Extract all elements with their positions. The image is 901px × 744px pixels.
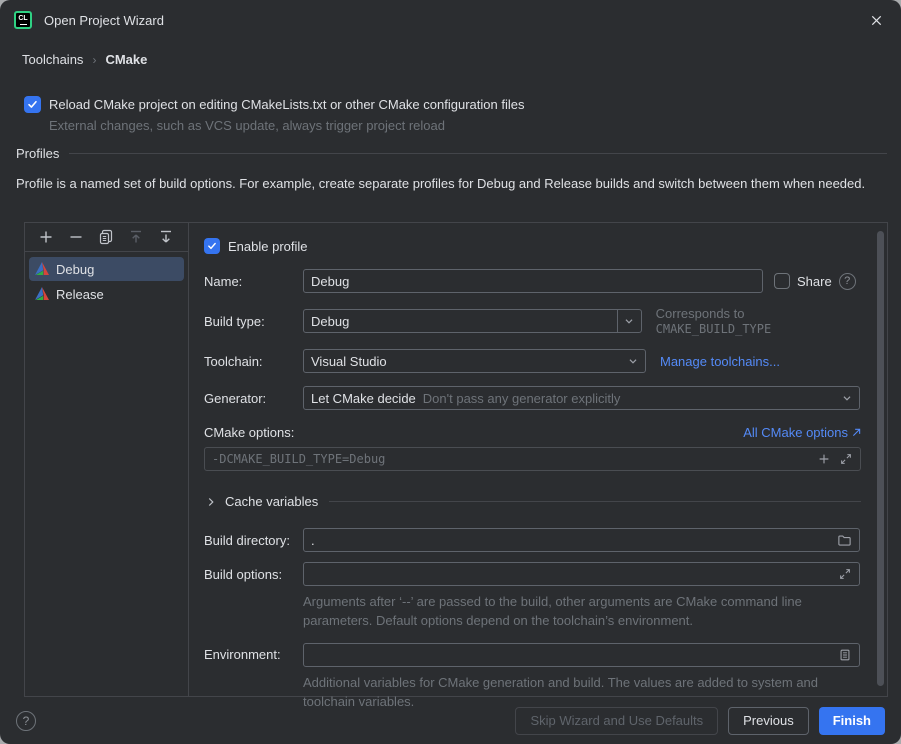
toolchain-label: Toolchain: (204, 354, 303, 369)
window-title: Open Project Wizard (44, 13, 164, 28)
previous-button[interactable]: Previous (728, 707, 809, 735)
all-cmake-options-link[interactable]: All CMake options (743, 425, 861, 440)
share-group: Share ? (774, 273, 856, 290)
chevron-down-icon (617, 310, 641, 332)
profile-item-label: Debug (56, 262, 94, 277)
plus-icon (38, 229, 54, 245)
breadcrumb-separator: › (92, 53, 96, 67)
build-options-label: Build options: (204, 567, 303, 582)
clion-logo-icon: CL (14, 11, 32, 29)
build-type-hint: Corresponds to CMAKE_BUILD_TYPE (656, 306, 861, 336)
cache-variables-toggle[interactable]: Cache variables (204, 494, 861, 509)
chevron-down-icon (621, 350, 645, 372)
name-label: Name: (204, 274, 303, 289)
generator-value: Let CMake decide (311, 391, 416, 406)
build-directory-field-wrap (303, 528, 860, 552)
cmake-profile-icon (34, 286, 50, 302)
chevron-down-icon (835, 387, 859, 409)
open-project-wizard-dialog: CL Open Project Wizard Toolchains › CMak… (0, 0, 901, 744)
close-button[interactable] (865, 9, 887, 31)
profile-item-debug[interactable]: Debug (29, 257, 184, 281)
minus-icon (68, 229, 84, 245)
titlebar: CL Open Project Wizard (0, 0, 901, 40)
reload-cmake-hint: External changes, such as VCS update, al… (49, 118, 524, 133)
build-options-field-wrap (303, 562, 860, 586)
expand-icon[interactable] (838, 567, 852, 581)
breadcrumb-cmake: CMake (105, 52, 147, 67)
enable-profile-checkbox[interactable] (204, 238, 220, 254)
profiles-section-header: Profiles (16, 146, 887, 161)
remove-profile-button[interactable] (67, 228, 85, 246)
profiles-section-title: Profiles (16, 146, 59, 161)
chevron-right-icon (204, 495, 218, 509)
name-field-wrap (303, 269, 763, 293)
cache-variables-divider (329, 501, 861, 502)
build-options-hint: Arguments after ‘--’ are passed to the b… (303, 593, 851, 631)
skip-wizard-button[interactable]: Skip Wizard and Use Defaults (515, 707, 718, 735)
profile-detail-form: Enable profile Name: Share ? Build type:… (189, 223, 888, 696)
share-checkbox[interactable] (774, 273, 790, 289)
reload-cmake-checkbox[interactable] (24, 96, 41, 113)
add-option-icon[interactable] (817, 452, 831, 466)
variables-list-icon[interactable] (838, 648, 852, 662)
breadcrumb-toolchains[interactable]: Toolchains (22, 52, 83, 67)
copy-icon (98, 229, 114, 245)
copy-profile-button[interactable] (97, 228, 115, 246)
toolchain-value: Visual Studio (311, 354, 621, 369)
profiles-description: Profile is a named set of build options.… (16, 174, 880, 194)
environment-input[interactable] (311, 647, 838, 662)
breadcrumb: Toolchains › CMake (22, 52, 147, 67)
cmake-options-value: -DCMAKE_BUILD_TYPE=Debug (212, 452, 385, 466)
toolchain-combobox[interactable]: Visual Studio (303, 349, 646, 373)
cache-variables-label: Cache variables (225, 494, 318, 509)
cmake-profile-icon (34, 261, 50, 277)
profile-list: Debug Release (25, 252, 188, 307)
profile-list-panel: Debug Release (25, 223, 189, 696)
environment-label: Environment: (204, 647, 303, 662)
footer: ? Skip Wizard and Use Defaults Previous … (0, 697, 901, 744)
checkmark-icon (27, 99, 38, 110)
generator-combobox[interactable]: Let CMake decide Don't pass any generato… (303, 386, 860, 410)
reload-block: Reload CMake project on editing CMakeLis… (24, 96, 524, 133)
move-down-icon (158, 229, 174, 245)
environment-field-wrap (303, 643, 860, 667)
move-up-button[interactable] (127, 228, 145, 246)
profile-item-release[interactable]: Release (29, 282, 184, 306)
clion-logo-text: CL (18, 15, 27, 22)
share-help-icon[interactable]: ? (839, 273, 856, 290)
cmake-options-header: CMake options: All CMake options (204, 425, 861, 440)
expand-icon[interactable] (839, 452, 853, 466)
finish-button[interactable]: Finish (819, 707, 885, 735)
profile-item-label: Release (56, 287, 104, 302)
reload-cmake-label: Reload CMake project on editing CMakeLis… (49, 97, 524, 112)
generator-label: Generator: (204, 391, 303, 406)
profile-list-toolbar (25, 223, 188, 252)
name-input[interactable] (311, 274, 755, 289)
build-directory-input[interactable] (311, 533, 837, 548)
move-down-button[interactable] (157, 228, 175, 246)
checkmark-icon (207, 241, 217, 251)
profiles-panel: Debug Release (24, 222, 888, 697)
move-up-icon (128, 229, 144, 245)
build-options-input[interactable] (311, 567, 838, 582)
cmake-options-field[interactable]: -DCMAKE_BUILD_TYPE=Debug (204, 447, 861, 471)
build-type-label: Build type: (204, 314, 303, 329)
close-icon (869, 13, 884, 28)
generator-placeholder: Don't pass any generator explicitly (423, 391, 835, 406)
build-type-combobox[interactable]: Debug (303, 309, 642, 333)
help-button[interactable]: ? (16, 711, 36, 731)
share-label: Share (797, 274, 832, 289)
enable-profile-label: Enable profile (228, 239, 308, 254)
folder-icon[interactable] (837, 533, 852, 548)
cmake-build-type-code: CMAKE_BUILD_TYPE (656, 322, 772, 336)
external-link-icon (852, 428, 861, 437)
build-type-value: Debug (311, 314, 617, 329)
scrollbar-thumb[interactable] (877, 231, 884, 686)
cmake-options-label: CMake options: (204, 425, 294, 440)
add-profile-button[interactable] (37, 228, 55, 246)
manage-toolchains-link[interactable]: Manage toolchains... (660, 354, 780, 369)
section-divider (69, 153, 887, 154)
build-directory-label: Build directory: (204, 533, 303, 548)
